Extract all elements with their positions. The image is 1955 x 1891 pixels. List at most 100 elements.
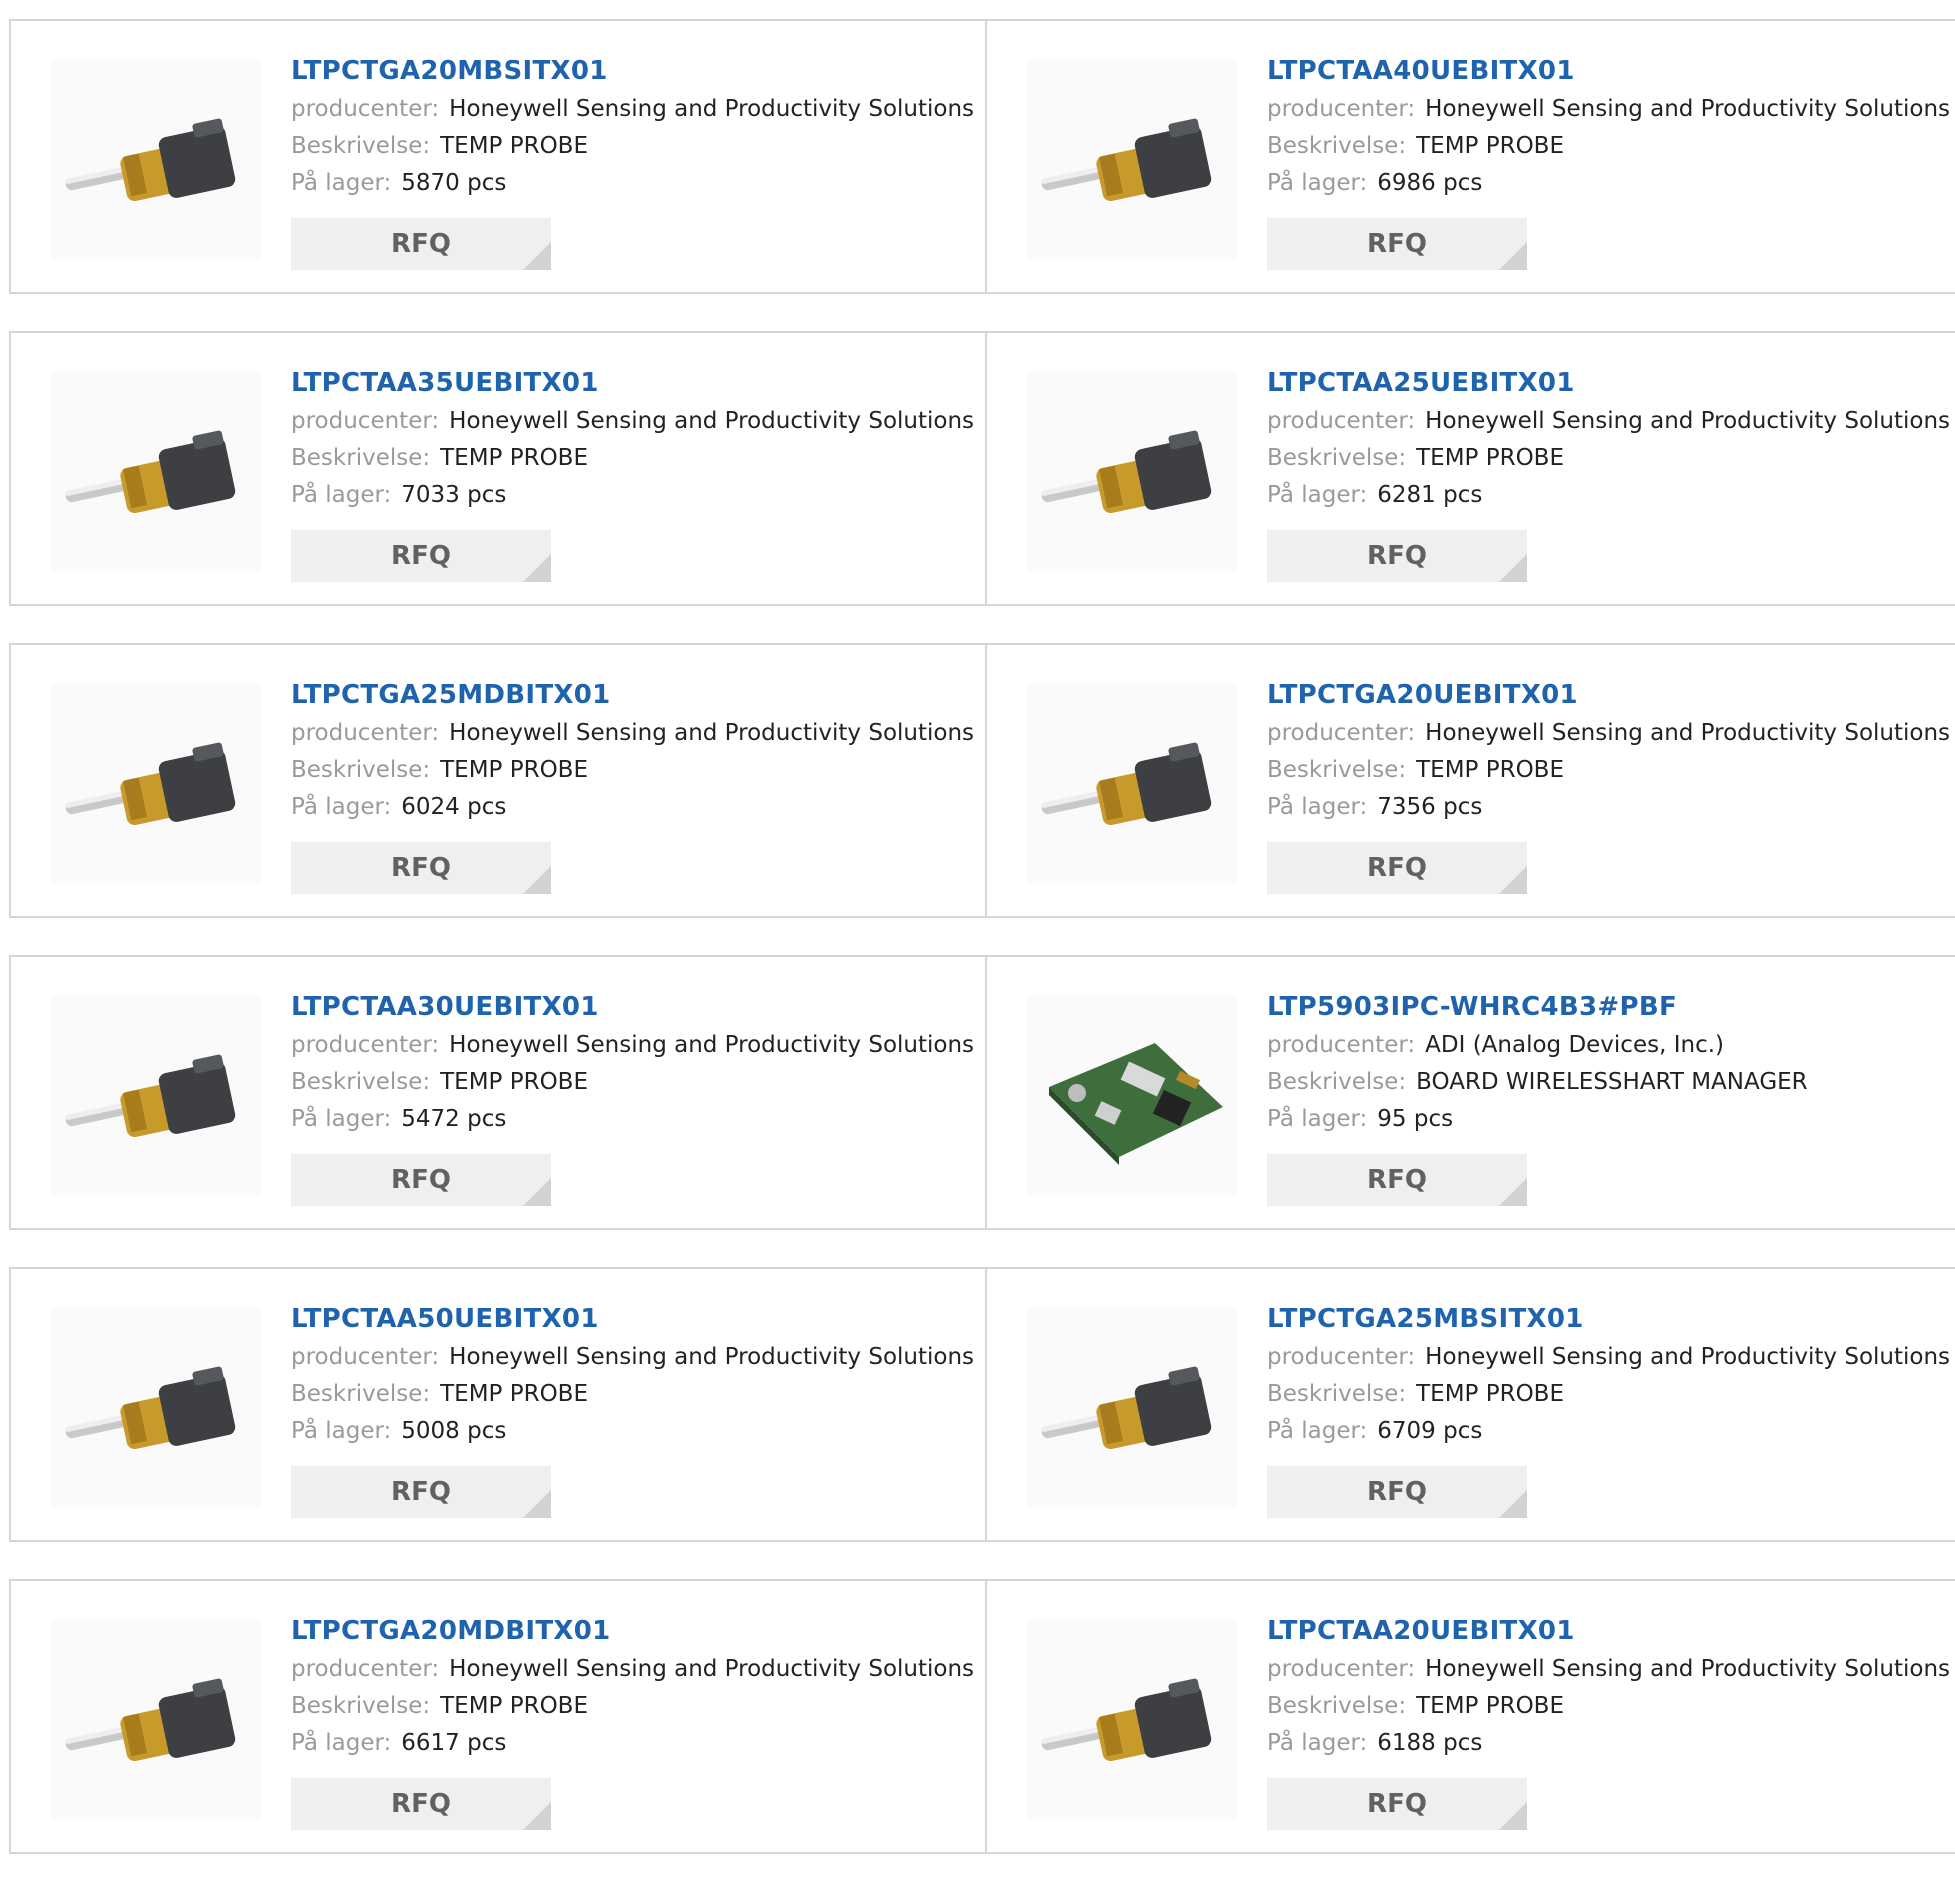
description-value: TEMP PROBE: [440, 1381, 588, 1407]
part-number-link[interactable]: LTPCTAA25UEBITX01: [1267, 363, 1950, 403]
rfq-button[interactable]: RFQ: [291, 218, 551, 270]
part-number-link[interactable]: LTPCTGA25MBSITX01: [1267, 1299, 1950, 1339]
rfq-button[interactable]: RFQ: [1267, 842, 1527, 894]
product-image[interactable]: [51, 59, 261, 259]
rfq-label: RFQ: [391, 1477, 451, 1507]
rfq-button[interactable]: RFQ: [291, 842, 551, 894]
product-image[interactable]: [1027, 371, 1237, 571]
stock-value: 7033 pcs: [401, 482, 507, 508]
description-label: Beskrivelse:: [291, 1069, 431, 1095]
rfq-button[interactable]: RFQ: [291, 1778, 551, 1830]
manufacturer-line: producenter: Honeywell Sensing and Produc…: [1267, 403, 1950, 440]
part-number-link[interactable]: LTPCTGA20MBSITX01: [291, 51, 974, 91]
stock-value: 5472 pcs: [401, 1106, 507, 1132]
stock-value: 6024 pcs: [401, 794, 507, 820]
part-number-link[interactable]: LTPCTGA25MDBITX01: [291, 675, 974, 715]
manufacturer-value: Honeywell Sensing and Productivity Solut…: [1425, 720, 1951, 746]
stock-label: På lager:: [1267, 482, 1368, 508]
rfq-label: RFQ: [1367, 853, 1427, 883]
product-image[interactable]: [1027, 1307, 1237, 1507]
rfq-button[interactable]: RFQ: [1267, 1154, 1527, 1206]
product-info: LTPCTGA20MBSITX01 producenter: Honeywell …: [291, 51, 974, 270]
description-line: Beskrivelse: TEMP PROBE: [291, 1688, 974, 1725]
description-line: Beskrivelse: TEMP PROBE: [1267, 1688, 1950, 1725]
product-info: LTPCTAA40UEBITX01 producenter: Honeywell …: [1267, 51, 1950, 270]
manufacturer-value: Honeywell Sensing and Productivity Solut…: [449, 1032, 975, 1058]
rfq-button[interactable]: RFQ: [1267, 1778, 1527, 1830]
product-info: LTP5903IPC-WHRC4B3#PBF producenter: ADI (…: [1267, 987, 1808, 1206]
manufacturer-value: Honeywell Sensing and Productivity Solut…: [449, 1656, 975, 1682]
rfq-button[interactable]: RFQ: [1267, 1466, 1527, 1518]
description-value: TEMP PROBE: [1416, 133, 1564, 159]
rfq-label: RFQ: [1367, 229, 1427, 259]
corner-decoration: [1499, 1802, 1527, 1830]
rfq-button[interactable]: RFQ: [1267, 530, 1527, 582]
description-label: Beskrivelse:: [291, 1381, 431, 1407]
stock-label: På lager:: [1267, 1730, 1368, 1756]
product-image[interactable]: [51, 683, 261, 883]
product-image[interactable]: [51, 371, 261, 571]
product-info: LTPCTAA50UEBITX01 producenter: Honeywell …: [291, 1299, 974, 1518]
product-image[interactable]: [1027, 683, 1237, 883]
stock-line: På lager: 6024 pcs: [291, 789, 974, 826]
part-number-link[interactable]: LTP5903IPC-WHRC4B3#PBF: [1267, 987, 1808, 1027]
stock-label: På lager:: [1267, 1106, 1368, 1132]
stock-value: 6709 pcs: [1377, 1418, 1483, 1444]
stock-value: 5870 pcs: [401, 170, 507, 196]
stock-label: På lager:: [291, 1418, 392, 1444]
description-label: Beskrivelse:: [1267, 133, 1407, 159]
manufacturer-label: producenter:: [1267, 720, 1416, 746]
rfq-label: RFQ: [391, 541, 451, 571]
product-info: LTPCTAA35UEBITX01 producenter: Honeywell …: [291, 363, 974, 582]
product-image[interactable]: [51, 995, 261, 1195]
product-info: LTPCTAA25UEBITX01 producenter: Honeywell …: [1267, 363, 1950, 582]
product-card: LTPCTAA25UEBITX01 producenter: Honeywell …: [987, 333, 1955, 604]
manufacturer-value: Honeywell Sensing and Productivity Solut…: [1425, 1656, 1951, 1682]
product-card: LTP5903IPC-WHRC4B3#PBF producenter: ADI (…: [987, 957, 1955, 1228]
manufacturer-value: Honeywell Sensing and Productivity Solut…: [449, 408, 975, 434]
rfq-label: RFQ: [391, 1165, 451, 1195]
part-number-link[interactable]: LTPCTAA35UEBITX01: [291, 363, 974, 403]
stock-line: På lager: 7356 pcs: [1267, 789, 1950, 826]
description-label: Beskrivelse:: [1267, 757, 1407, 783]
product-image[interactable]: [1027, 1619, 1237, 1819]
rfq-button[interactable]: RFQ: [1267, 218, 1527, 270]
manufacturer-line: producenter: Honeywell Sensing and Produc…: [1267, 91, 1950, 128]
product-image[interactable]: [1027, 995, 1237, 1195]
rfq-label: RFQ: [391, 853, 451, 883]
product-info: LTPCTGA20UEBITX01 producenter: Honeywell …: [1267, 675, 1950, 894]
description-line: Beskrivelse: TEMP PROBE: [291, 440, 974, 477]
product-image[interactable]: [1027, 59, 1237, 259]
rfq-button[interactable]: RFQ: [291, 1466, 551, 1518]
product-image[interactable]: [51, 1619, 261, 1819]
description-value: TEMP PROBE: [1416, 1693, 1564, 1719]
part-number-link[interactable]: LTPCTAA20UEBITX01: [1267, 1611, 1950, 1651]
product-card: LTPCTAA50UEBITX01 producenter: Honeywell …: [11, 1269, 987, 1540]
description-line: Beskrivelse: TEMP PROBE: [291, 1376, 974, 1413]
product-image[interactable]: [51, 1307, 261, 1507]
manufacturer-label: producenter:: [291, 1344, 440, 1370]
stock-line: På lager: 95 pcs: [1267, 1101, 1808, 1138]
description-value: TEMP PROBE: [440, 445, 588, 471]
corner-decoration: [523, 1802, 551, 1830]
product-row: LTPCTAA50UEBITX01 producenter: Honeywell …: [9, 1267, 1955, 1542]
corner-decoration: [1499, 1178, 1527, 1206]
part-number-link[interactable]: LTPCTGA20UEBITX01: [1267, 675, 1950, 715]
stock-label: På lager:: [1267, 170, 1368, 196]
description-label: Beskrivelse:: [1267, 1381, 1407, 1407]
part-number-link[interactable]: LTPCTAA50UEBITX01: [291, 1299, 974, 1339]
stock-value: 6986 pcs: [1377, 170, 1483, 196]
rfq-button[interactable]: RFQ: [291, 530, 551, 582]
part-number-link[interactable]: LTPCTAA30UEBITX01: [291, 987, 974, 1027]
rfq-label: RFQ: [1367, 541, 1427, 571]
part-number-link[interactable]: LTPCTAA40UEBITX01: [1267, 51, 1950, 91]
description-value: TEMP PROBE: [440, 757, 588, 783]
stock-label: På lager:: [1267, 794, 1368, 820]
rfq-button[interactable]: RFQ: [291, 1154, 551, 1206]
part-number-link[interactable]: LTPCTGA20MDBITX01: [291, 1611, 974, 1651]
product-card: LTPCTGA25MBSITX01 producenter: Honeywell …: [987, 1269, 1955, 1540]
manufacturer-line: producenter: ADI (Analog Devices, Inc.): [1267, 1027, 1808, 1064]
manufacturer-label: producenter:: [1267, 1344, 1416, 1370]
description-label: Beskrivelse:: [1267, 1693, 1407, 1719]
manufacturer-line: producenter: Honeywell Sensing and Produc…: [291, 1027, 974, 1064]
